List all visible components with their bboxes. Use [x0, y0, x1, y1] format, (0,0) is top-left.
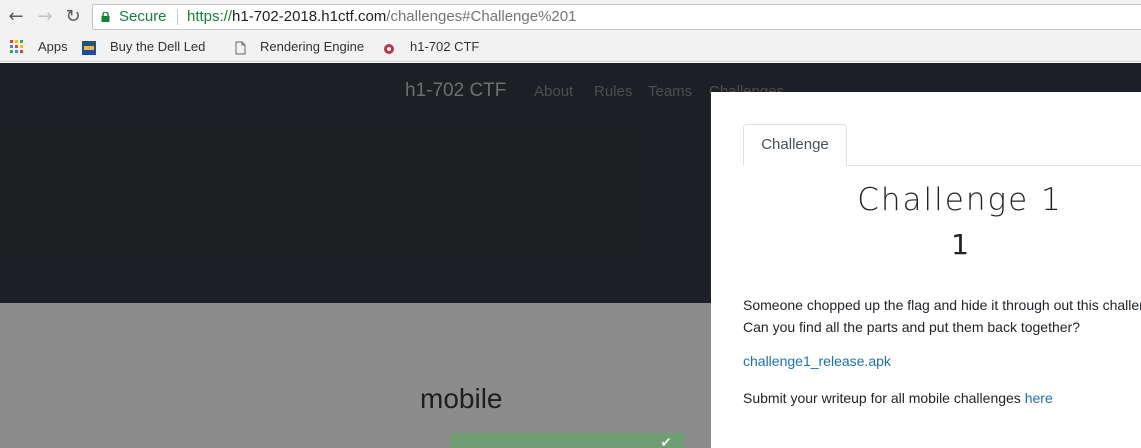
reload-icon[interactable]: ↻	[63, 7, 83, 27]
url-text: https://h1-702-2018.h1ctf.com/challenges…	[187, 5, 576, 29]
challenge-file-link[interactable]: challenge1_release.apk	[743, 353, 891, 369]
url-host: h1-702-2018.h1ctf.com	[232, 8, 387, 25]
lock-icon	[101, 12, 110, 22]
challenge-modal: Challenge Challenge 1 1 Someone chopped …	[711, 92, 1141, 448]
challenge-description: Someone chopped up the flag and hide it …	[743, 294, 1141, 338]
page-icon	[235, 41, 246, 55]
challenge-card[interactable]: ✔	[450, 433, 684, 448]
url-scheme: https://	[187, 8, 233, 25]
tab-challenge[interactable]: Challenge	[743, 124, 847, 166]
secure-label: Secure	[119, 8, 167, 25]
description-line: Someone chopped up the flag and hide it …	[743, 297, 1141, 313]
submit-writeup-text: Submit your writeup for all mobile chall…	[743, 390, 1053, 406]
browser-toolbar: ← → ↻ Secure https://h1-702-2018.h1ctf.c…	[0, 0, 1141, 34]
submit-here-link[interactable]: here	[1025, 390, 1053, 406]
bookmark-label: h1-702 CTF	[410, 39, 480, 54]
submit-text: Submit your writeup for all mobile chall…	[743, 390, 1021, 406]
back-arrow-icon[interactable]: ←	[6, 7, 26, 27]
url-path: /challenges#Challenge%201	[386, 8, 577, 25]
address-bar[interactable]: Secure https://h1-702-2018.h1ctf.com/cha…	[92, 4, 1141, 30]
bookmarks-bar: Apps Buy the Dell Led Rendering Engine h…	[0, 34, 1141, 62]
category-title: mobile	[420, 383, 503, 414]
forward-arrow-icon[interactable]: →	[35, 7, 55, 27]
bookmark-rendering-engine[interactable]: Rendering Engine	[233, 34, 375, 62]
bookmark-label: Rendering Engine	[260, 39, 365, 54]
challenge-points: 1	[951, 228, 969, 261]
bookmark-dell[interactable]: Buy the Dell Led	[82, 34, 217, 62]
bookmark-label: Buy the Dell Led	[110, 39, 206, 54]
omnibox-separator	[177, 10, 178, 25]
description-line: Can you find all the parts and put them …	[743, 319, 1080, 335]
bookmark-apps[interactable]: Apps	[10, 34, 80, 62]
h1-ctf-icon	[384, 44, 394, 54]
challenge-title: Challenge 1	[857, 182, 1063, 218]
apps-grid-icon	[10, 40, 23, 53]
dell-bookmark-icon	[82, 41, 96, 55]
check-icon: ✔	[660, 435, 672, 448]
bookmark-label: Apps	[38, 39, 68, 54]
bookmark-h1-ctf[interactable]: h1-702 CTF	[382, 34, 492, 62]
